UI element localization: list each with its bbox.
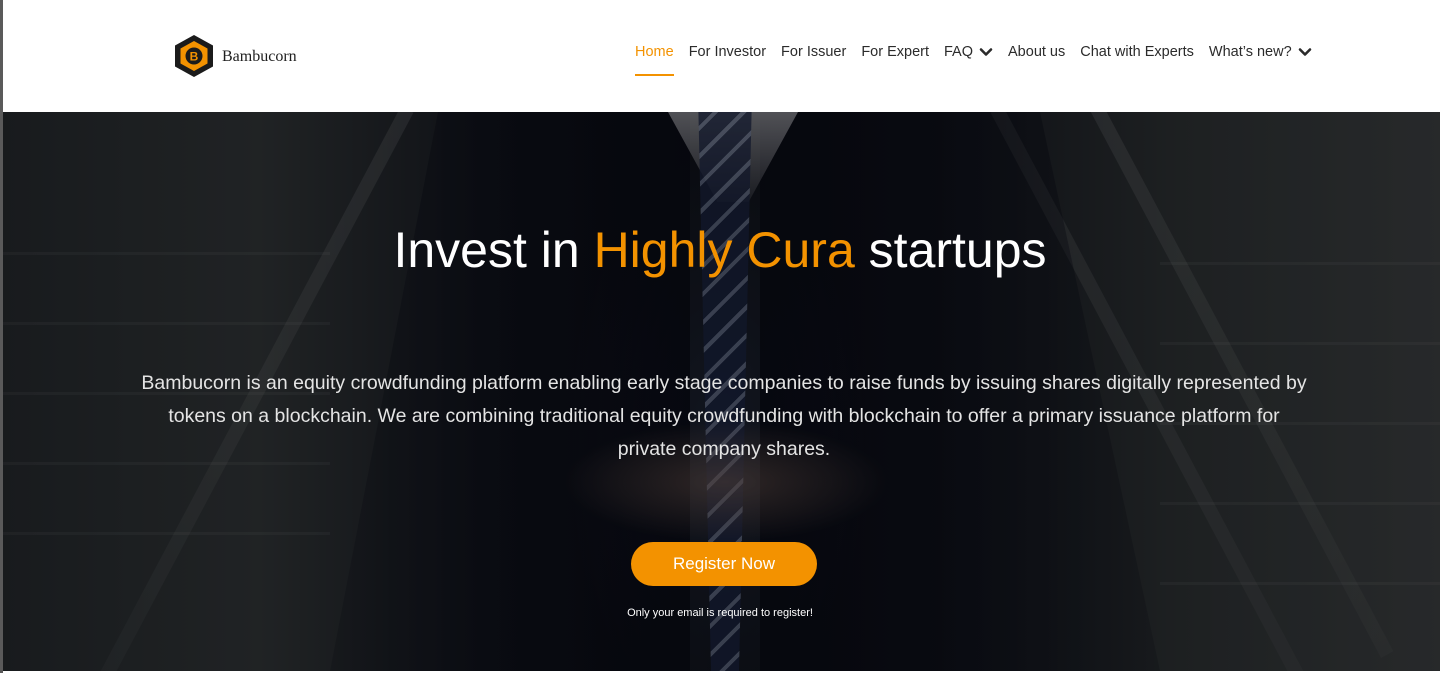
nav-item-for-investor[interactable]: For Investor — [689, 44, 766, 60]
headline-text: startups — [854, 222, 1047, 278]
headline-text: Invest in — [393, 222, 594, 278]
nav-item-label: Home — [635, 44, 674, 60]
chevron-down-icon — [1298, 48, 1311, 56]
brand-logo[interactable]: B Bambucorn — [172, 33, 297, 79]
bambucorn-hexagon-logo-icon: B — [175, 35, 213, 77]
nav-item-about-us[interactable]: About us — [1008, 44, 1065, 60]
nav-item-label: What’s new? — [1208, 44, 1292, 60]
window-left-border — [0, 0, 3, 673]
register-now-button[interactable]: Register Now — [631, 542, 817, 586]
site-header: B Bambucorn Home For Investor For Issuer… — [0, 0, 1440, 112]
hero-section: Invest in Highly Cura startups Bambucorn… — [0, 112, 1440, 671]
nav-item-label: For Issuer — [781, 44, 847, 60]
nav-item-label: Chat with Experts — [1080, 44, 1194, 60]
nav-item-faq[interactable]: FAQ — [944, 44, 993, 60]
hero-description: Bambucorn is an equity crowdfunding plat… — [141, 372, 1307, 460]
headline-accent-text: Highly Cura — [593, 222, 855, 278]
nav-item-whats-new[interactable]: What’s new? — [1209, 44, 1312, 60]
nav-item-label: For Investor — [688, 44, 767, 60]
nav-item-home[interactable]: Home — [635, 44, 674, 76]
nav-item-for-expert[interactable]: For Expert — [861, 44, 929, 60]
svg-text:B: B — [190, 50, 199, 64]
nav-item-label: FAQ — [944, 44, 974, 60]
brand-name: Bambucorn — [222, 48, 297, 65]
chevron-down-icon — [979, 48, 993, 56]
hero-headline: Invest in Highly Cura startups — [0, 220, 1440, 280]
nav-item-for-issuer[interactable]: For Issuer — [781, 44, 846, 60]
nav-item-label: For Expert — [861, 44, 929, 60]
register-note: Only your email is required to register! — [627, 607, 813, 619]
nav-item-label: About us — [1008, 44, 1066, 60]
nav-item-chat-with-experts[interactable]: Chat with Experts — [1080, 44, 1194, 60]
main-nav: Home For Investor For Issuer For Expert … — [635, 42, 1312, 76]
